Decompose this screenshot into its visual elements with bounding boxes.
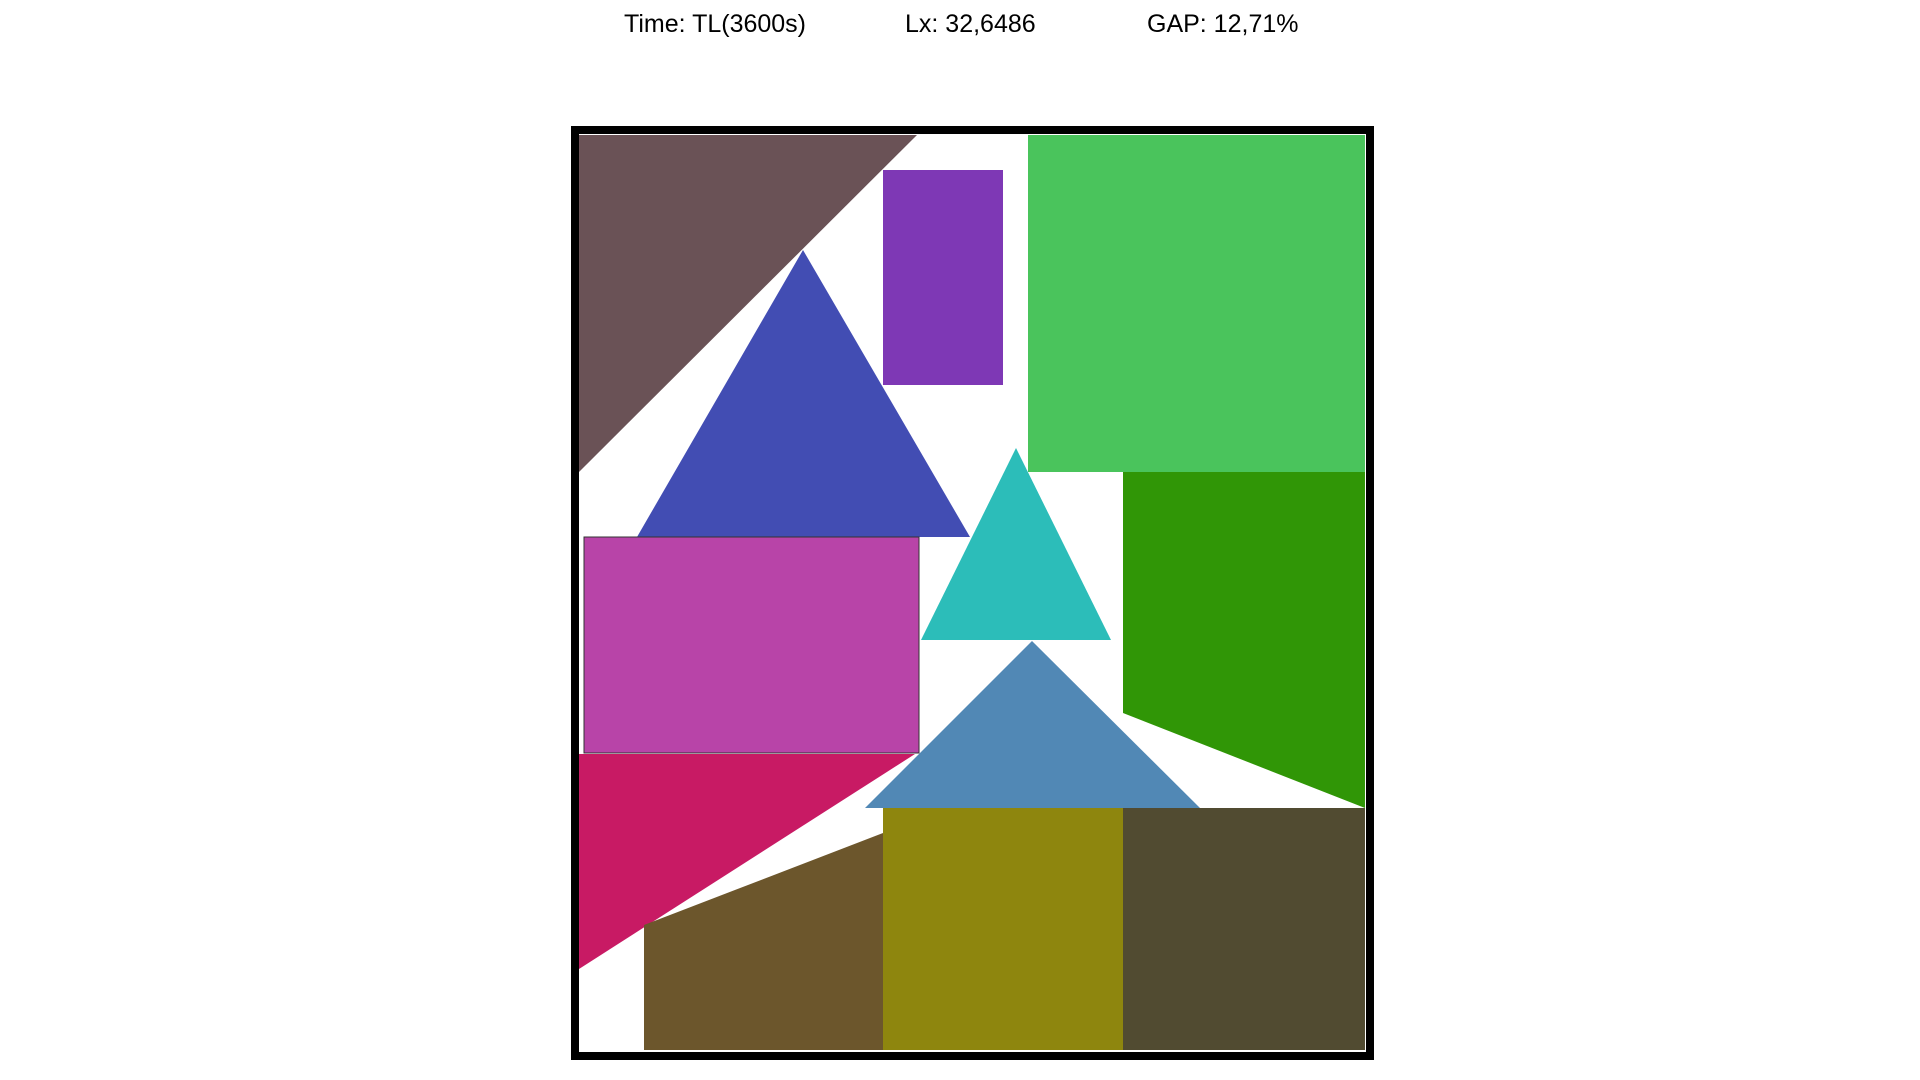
purple-rectangle [883,170,1003,385]
dark-olive-rectangle [1123,808,1365,1050]
green-square [1028,135,1365,472]
packing-diagram [571,126,1374,1060]
magenta-rectangle [583,536,920,754]
olive-rectangle [883,808,1123,1050]
